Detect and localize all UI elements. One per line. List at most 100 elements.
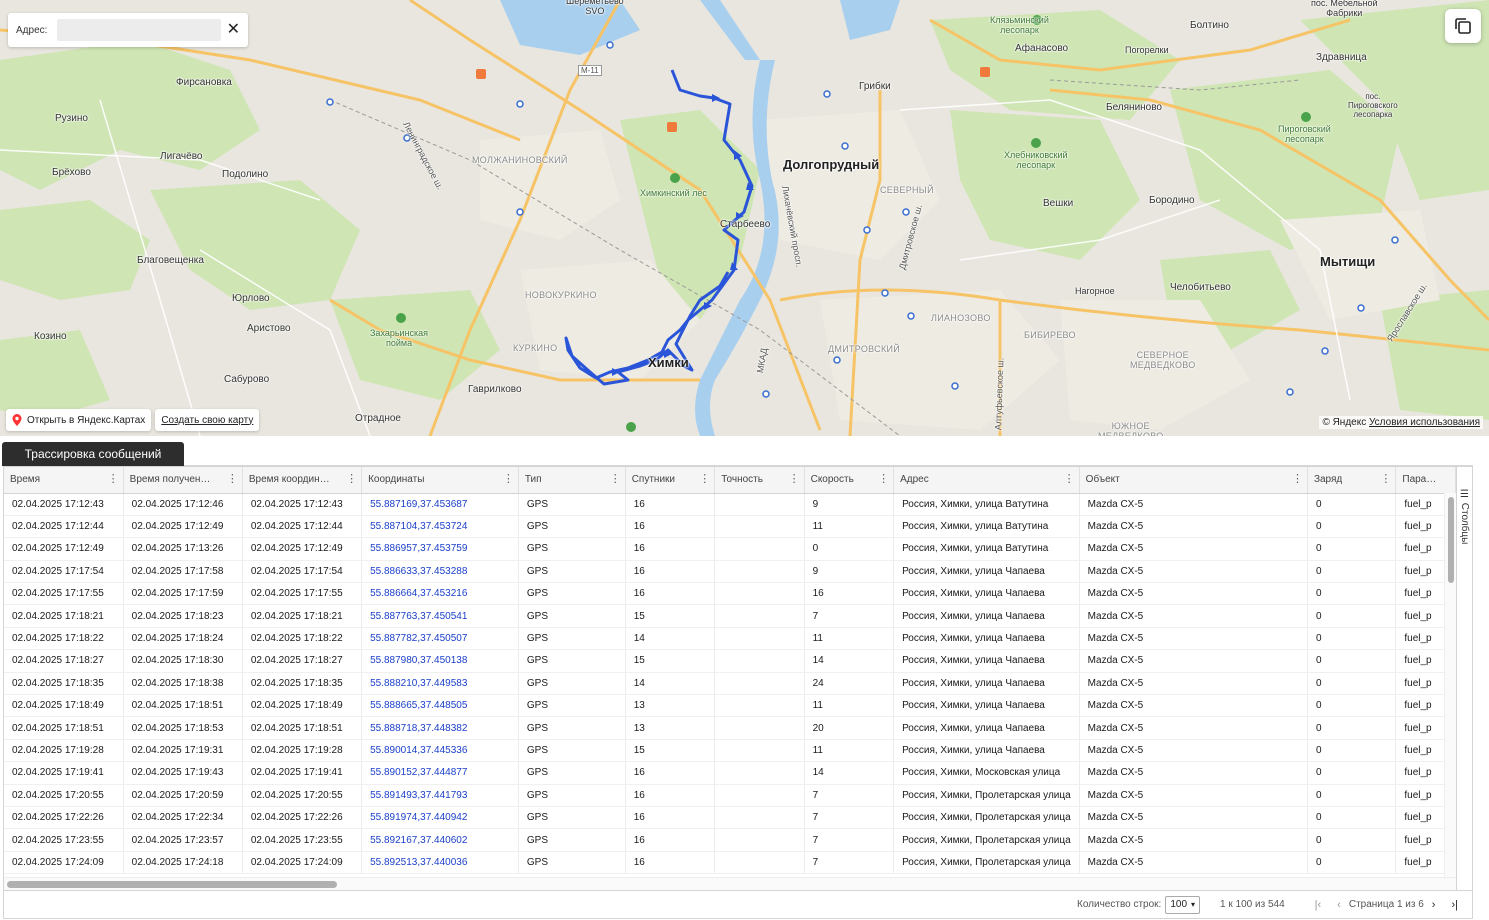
map-label-khimki: Химки <box>648 355 689 370</box>
column-header[interactable]: Заряд ⋮ <box>1307 467 1397 494</box>
layers-button[interactable] <box>1445 9 1481 43</box>
column-header[interactable]: Скорость ⋮ <box>804 467 895 494</box>
column-header[interactable]: Тип ⋮ <box>518 467 626 494</box>
coordinates-link[interactable]: 55.888665,37.448505 <box>361 694 519 718</box>
table-row[interactable]: 02.04.2025 17:18:51 02.04.2025 17:18:53 02… <box>4 716 1456 740</box>
column-menu-icon[interactable]: ⋮ <box>789 474 800 485</box>
table-cell: 02.04.2025 17:12:49 <box>242 537 363 561</box>
coordinates-link[interactable]: 55.888210,37.449583 <box>361 672 519 696</box>
column-menu-icon[interactable]: ⋮ <box>699 474 710 485</box>
column-menu-icon[interactable]: ⋮ <box>227 474 238 485</box>
table-cell: 02.04.2025 17:19:28 <box>242 739 363 763</box>
tab-message-trace[interactable]: Трассировка сообщений <box>2 442 184 466</box>
coordinates-link[interactable]: 55.890152,37.444877 <box>361 761 519 785</box>
coordinates-link[interactable]: 55.892167,37.440602 <box>361 828 519 852</box>
table-cell: 02.04.2025 17:20:59 <box>123 784 243 807</box>
next-page-icon[interactable]: › <box>1432 899 1436 911</box>
table-row[interactable]: 02.04.2025 17:19:41 02.04.2025 17:19:43 02… <box>4 761 1456 785</box>
coordinates-link[interactable]: 55.887782,37.450507 <box>361 627 519 651</box>
coordinates-link[interactable]: 55.886957,37.453759 <box>361 537 519 561</box>
map-label-gavrilkovo: Гаврилково <box>468 384 522 395</box>
table-cell: 02.04.2025 17:18:30 <box>123 649 243 673</box>
vertical-scrollbar[interactable] <box>1444 493 1456 877</box>
column-menu-icon[interactable]: ⋮ <box>1064 474 1075 485</box>
columns-sidebar[interactable]: ☰ Столбцы <box>1456 467 1472 890</box>
map-view[interactable]: Шереметьево SVO Фирсановка Рузино Лигачё… <box>0 0 1489 436</box>
rows-per-page-select[interactable]: 100 ▾ <box>1165 895 1201 914</box>
table-row[interactable]: 02.04.2025 17:18:22 02.04.2025 17:18:24 02… <box>4 627 1456 651</box>
column-header[interactable]: Точность ⋮ <box>714 467 805 494</box>
column-menu-icon[interactable]: ⋮ <box>1292 474 1303 485</box>
horizontal-scroll-thumb[interactable] <box>7 881 337 888</box>
coordinates-link[interactable]: 55.886664,37.453216 <box>361 582 519 606</box>
coordinates-link[interactable]: 55.891493,37.441793 <box>361 784 519 807</box>
coordinates-link[interactable]: 55.887104,37.453724 <box>361 515 519 539</box>
column-menu-icon[interactable]: ⋮ <box>610 474 621 485</box>
table-cell: 0 <box>1307 806 1397 830</box>
coordinates-link[interactable]: 55.891974,37.440942 <box>361 806 519 830</box>
messages-table: Время ⋮ Время получен… ⋮ Время координ… ⋮ Коор… <box>4 467 1456 875</box>
table-row[interactable]: 02.04.2025 17:18:27 02.04.2025 17:18:30 02… <box>4 649 1456 673</box>
column-menu-icon[interactable]: ⋮ <box>1380 474 1391 485</box>
address-input[interactable] <box>57 19 221 41</box>
table-row[interactable]: 02.04.2025 17:17:55 02.04.2025 17:17:59 02… <box>4 582 1456 606</box>
table-cell: 13 <box>625 716 716 740</box>
column-header[interactable]: Объект ⋮ <box>1079 467 1308 494</box>
terms-link[interactable]: Условия использования <box>1369 417 1480 428</box>
table-row[interactable]: 02.04.2025 17:23:55 02.04.2025 17:23:57 02… <box>4 828 1456 852</box>
table-row[interactable]: 02.04.2025 17:18:21 02.04.2025 17:18:23 02… <box>4 604 1456 628</box>
messages-panel: Трассировка сообщений Время ⋮ Время получе… <box>0 436 1489 920</box>
table-cell: 02.04.2025 17:13:26 <box>123 537 243 561</box>
map-canvas[interactable] <box>0 0 1489 436</box>
horizontal-scrollbar[interactable] <box>4 877 1456 890</box>
table-row[interactable]: 02.04.2025 17:22:26 02.04.2025 17:22:34 02… <box>4 806 1456 830</box>
columns-toggle[interactable]: ☰ Столбцы <box>1459 489 1470 544</box>
table-row[interactable]: 02.04.2025 17:17:54 02.04.2025 17:17:58 02… <box>4 560 1456 584</box>
table-row[interactable]: 02.04.2025 17:18:35 02.04.2025 17:18:38 02… <box>4 672 1456 696</box>
coordinates-link[interactable]: 55.888718,37.448382 <box>361 716 519 740</box>
map-label-ligachevo: Лигачёво <box>160 151 203 162</box>
clear-icon[interactable]: ✕ <box>227 22 240 38</box>
table-cell: Mazda CX-5 <box>1079 515 1308 539</box>
coordinates-link[interactable]: 55.886633,37.453288 <box>361 560 519 584</box>
table-cell: 16 <box>804 582 895 606</box>
column-menu-icon[interactable]: ⋮ <box>108 474 119 485</box>
prev-page-icon[interactable]: ‹ <box>1337 899 1341 911</box>
column-header[interactable]: Время получен… ⋮ <box>123 467 243 494</box>
column-menu-icon[interactable]: ⋮ <box>503 474 514 485</box>
table-cell: GPS <box>518 694 626 718</box>
table-row[interactable]: 02.04.2025 17:12:43 02.04.2025 17:12:46 02… <box>4 493 1456 516</box>
last-page-icon[interactable]: ›| <box>1451 899 1458 911</box>
table-row[interactable]: 02.04.2025 17:12:49 02.04.2025 17:13:26 02… <box>4 537 1456 561</box>
first-page-icon[interactable]: |‹ <box>1315 899 1322 911</box>
column-header[interactable]: Время координ… ⋮ <box>242 467 363 494</box>
table-row[interactable]: 02.04.2025 17:24:09 02.04.2025 17:24:18 02… <box>4 851 1456 875</box>
vertical-scroll-thumb[interactable] <box>1448 497 1454 583</box>
table-cell: Россия, Химки, улица Чапаева <box>893 649 1080 673</box>
coordinates-link[interactable]: 55.887980,37.450138 <box>361 649 519 673</box>
column-header[interactable]: Адрес ⋮ <box>893 467 1080 494</box>
table-row[interactable]: 02.04.2025 17:18:49 02.04.2025 17:18:51 02… <box>4 694 1456 718</box>
table-cell: 02.04.2025 17:23:55 <box>4 828 124 852</box>
coordinates-link[interactable]: 55.887169,37.453687 <box>361 493 519 516</box>
coordinates-link[interactable]: 55.890014,37.445336 <box>361 739 519 763</box>
column-menu-icon[interactable]: ⋮ <box>878 474 889 485</box>
column-header[interactable]: Парамет <box>1395 467 1456 494</box>
column-header[interactable]: Координаты ⋮ <box>361 467 519 494</box>
table-row[interactable]: 02.04.2025 17:20:55 02.04.2025 17:20:59 02… <box>4 784 1456 807</box>
table-cell: 0 <box>804 537 895 561</box>
table-cell: 16 <box>625 493 716 516</box>
table-cell: 9 <box>804 493 895 516</box>
column-header[interactable]: Время ⋮ <box>4 467 124 494</box>
open-yandex-maps-button[interactable]: Открыть в Яндекс.Картах <box>6 409 152 431</box>
coordinates-link[interactable]: 55.892513,37.440036 <box>361 851 519 875</box>
column-menu-icon[interactable]: ⋮ <box>346 474 357 485</box>
column-header[interactable]: Спутники ⋮ <box>625 467 716 494</box>
create-map-link[interactable]: Создать свою карту <box>155 409 260 431</box>
map-label-nagornoe: Нагорное <box>1075 286 1115 296</box>
table-row[interactable]: 02.04.2025 17:19:28 02.04.2025 17:19:31 02… <box>4 739 1456 763</box>
table-cell: 02.04.2025 17:24:18 <box>123 851 243 875</box>
table-cell: 14 <box>625 672 716 696</box>
coordinates-link[interactable]: 55.887763,37.450541 <box>361 604 519 628</box>
table-row[interactable]: 02.04.2025 17:12:44 02.04.2025 17:12:49 02… <box>4 515 1456 539</box>
